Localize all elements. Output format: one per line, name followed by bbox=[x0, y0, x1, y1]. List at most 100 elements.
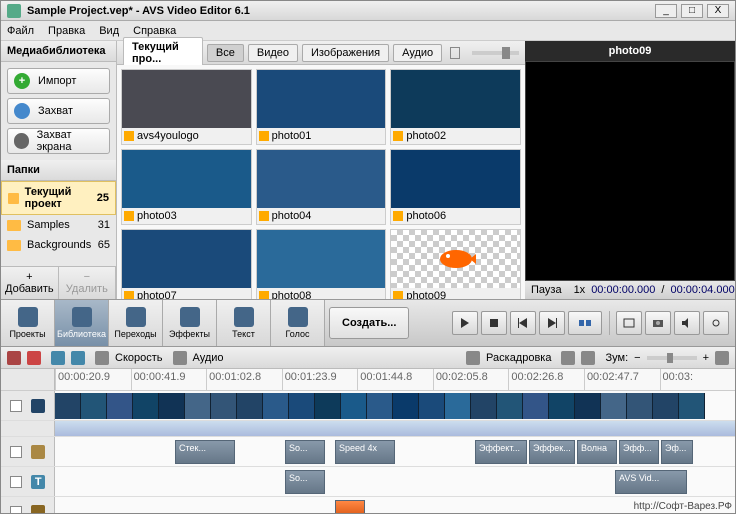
media-thumbnail[interactable]: avs4youlogo bbox=[121, 69, 252, 145]
timeline-clip[interactable]: Эф... bbox=[661, 440, 693, 464]
settings-button[interactable] bbox=[703, 311, 729, 335]
video-frame bbox=[315, 393, 341, 419]
image-type-icon bbox=[259, 211, 269, 221]
prev-frame-button[interactable] bbox=[510, 311, 536, 335]
fullscreen-button[interactable] bbox=[616, 311, 642, 335]
text-track-toggle[interactable] bbox=[10, 476, 22, 488]
cut-icon[interactable] bbox=[7, 351, 21, 365]
filter-images[interactable]: Изображения bbox=[302, 44, 389, 62]
app-icon bbox=[7, 4, 21, 18]
folder-count: 31 bbox=[98, 219, 110, 231]
filter-video[interactable]: Видео bbox=[248, 44, 298, 62]
import-button[interactable]: + Импорт bbox=[7, 68, 110, 94]
video-track-content[interactable] bbox=[55, 391, 735, 420]
thumbnail-zoom-slider[interactable] bbox=[472, 51, 519, 55]
fx-track-icon bbox=[31, 445, 45, 459]
timeline-clip[interactable]: Эфф... bbox=[619, 440, 659, 464]
zoom-in-icon[interactable]: + bbox=[703, 352, 709, 364]
filter-all[interactable]: Все bbox=[207, 44, 244, 62]
folder-row[interactable]: Backgrounds65 bbox=[1, 235, 116, 255]
timeline-zoom-slider[interactable] bbox=[647, 356, 697, 360]
plus-icon: + bbox=[14, 73, 30, 89]
preview-viewport[interactable] bbox=[525, 61, 735, 281]
media-thumbnail[interactable]: photo04 bbox=[256, 149, 387, 225]
delete-folder-button[interactable]: − Удалить bbox=[59, 267, 116, 299]
menu-edit[interactable]: Правка bbox=[48, 25, 85, 37]
volume-button[interactable] bbox=[674, 311, 700, 335]
video-frame bbox=[419, 393, 445, 419]
time-total: 00:00:04.000 bbox=[670, 284, 734, 296]
ruler-tick: 00:00:20.9 bbox=[55, 369, 131, 390]
storyboard-icon[interactable] bbox=[466, 351, 480, 365]
menu-file[interactable]: Файл bbox=[7, 25, 34, 37]
folder-row[interactable]: Текущий проект25 bbox=[1, 181, 116, 215]
folder-row[interactable]: Samples31 bbox=[1, 215, 116, 235]
media-thumbnail[interactable]: photo08 bbox=[256, 229, 387, 299]
menu-help[interactable]: Справка bbox=[133, 25, 176, 37]
close-button[interactable]: X bbox=[707, 4, 729, 18]
playback-speed: 1x bbox=[574, 284, 586, 296]
video-track-icon bbox=[31, 399, 45, 413]
stop-button[interactable] bbox=[481, 311, 507, 335]
tool-icon-1[interactable] bbox=[561, 351, 575, 365]
tool-Эффекты[interactable]: Эффекты bbox=[163, 300, 217, 346]
video-frame bbox=[653, 393, 679, 419]
timeline-clip[interactable]: Эффек... bbox=[529, 440, 575, 464]
media-thumbnail[interactable]: photo01 bbox=[256, 69, 387, 145]
timeline: 00:00:20.900:00:41.900:01:02.800:01:23.9… bbox=[1, 369, 735, 513]
timeline-clip[interactable] bbox=[335, 500, 365, 513]
timeline-ruler[interactable]: 00:00:20.900:00:41.900:01:02.800:01:23.9… bbox=[55, 369, 735, 390]
delete-icon[interactable] bbox=[27, 351, 41, 365]
redo-icon[interactable] bbox=[71, 351, 85, 365]
media-thumbnail[interactable]: photo03 bbox=[121, 149, 252, 225]
tab-current-project[interactable]: Текущий про... bbox=[123, 37, 203, 69]
ruler-tick: 00:01:23.9 bbox=[282, 369, 358, 390]
add-folder-button[interactable]: + Добавить bbox=[1, 267, 59, 299]
thumb-name: photo02 bbox=[406, 130, 446, 142]
tool-Голос[interactable]: Голос bbox=[271, 300, 325, 346]
text-track-content[interactable]: So... AVS Vid... bbox=[55, 467, 735, 496]
media-thumbnail[interactable]: photo06 bbox=[390, 149, 521, 225]
maximize-button[interactable]: □ bbox=[681, 4, 703, 18]
fit-icon[interactable] bbox=[715, 351, 729, 365]
filter-square-icon[interactable] bbox=[450, 47, 460, 59]
timeline-clip[interactable]: So... bbox=[285, 470, 325, 494]
minimize-button[interactable]: _ bbox=[655, 4, 677, 18]
overlay-track-toggle[interactable] bbox=[10, 506, 22, 514]
timeline-clip[interactable]: AVS Vid... bbox=[615, 470, 687, 494]
tool-Переходы[interactable]: Переходы bbox=[109, 300, 163, 346]
timeline-clip[interactable]: So... bbox=[285, 440, 325, 464]
play-button[interactable] bbox=[452, 311, 478, 335]
menu-view[interactable]: Вид bbox=[99, 25, 119, 37]
snapshot-button[interactable] bbox=[645, 311, 671, 335]
tool-Текст[interactable]: Текст bbox=[217, 300, 271, 346]
tool-label: Библиотека bbox=[57, 329, 106, 339]
tool-icon-2[interactable] bbox=[581, 351, 595, 365]
video-frame bbox=[159, 393, 185, 419]
media-thumbnail[interactable]: photo02 bbox=[390, 69, 521, 145]
filter-audio[interactable]: Аудио bbox=[393, 44, 442, 62]
tool-Библиотека[interactable]: Библиотека bbox=[55, 300, 109, 346]
timeline-clip[interactable]: Стек... bbox=[175, 440, 235, 464]
screen-capture-button[interactable]: Захват экрана bbox=[7, 128, 110, 154]
audio-wave[interactable] bbox=[55, 421, 735, 436]
next-frame-button[interactable] bbox=[539, 311, 565, 335]
storyboard-label: Раскадровка bbox=[486, 352, 551, 364]
audio-icon[interactable] bbox=[173, 351, 187, 365]
timeline-clip[interactable]: Волна bbox=[577, 440, 617, 464]
fx-track-toggle[interactable] bbox=[10, 446, 22, 458]
tool-Проекты[interactable]: Проекты bbox=[1, 300, 55, 346]
fx-track-content[interactable]: Стек... So... Speed 4x Эффект...Эффек...Вол… bbox=[55, 437, 735, 466]
undo-icon[interactable] bbox=[51, 351, 65, 365]
media-thumbnail[interactable]: photo09 bbox=[390, 229, 521, 299]
timeline-clip[interactable]: Эффект... bbox=[475, 440, 527, 464]
create-button[interactable]: Создать... bbox=[329, 307, 409, 339]
split-button[interactable] bbox=[568, 311, 602, 335]
tool-label: Голос bbox=[286, 329, 310, 339]
video-track-toggle[interactable] bbox=[10, 400, 22, 412]
speed-icon[interactable] bbox=[95, 351, 109, 365]
timeline-clip[interactable]: Speed 4x bbox=[335, 440, 395, 464]
media-thumbnail[interactable]: photo07 bbox=[121, 229, 252, 299]
capture-button[interactable]: Захват bbox=[7, 98, 110, 124]
zoom-out-icon[interactable]: − bbox=[634, 352, 640, 364]
